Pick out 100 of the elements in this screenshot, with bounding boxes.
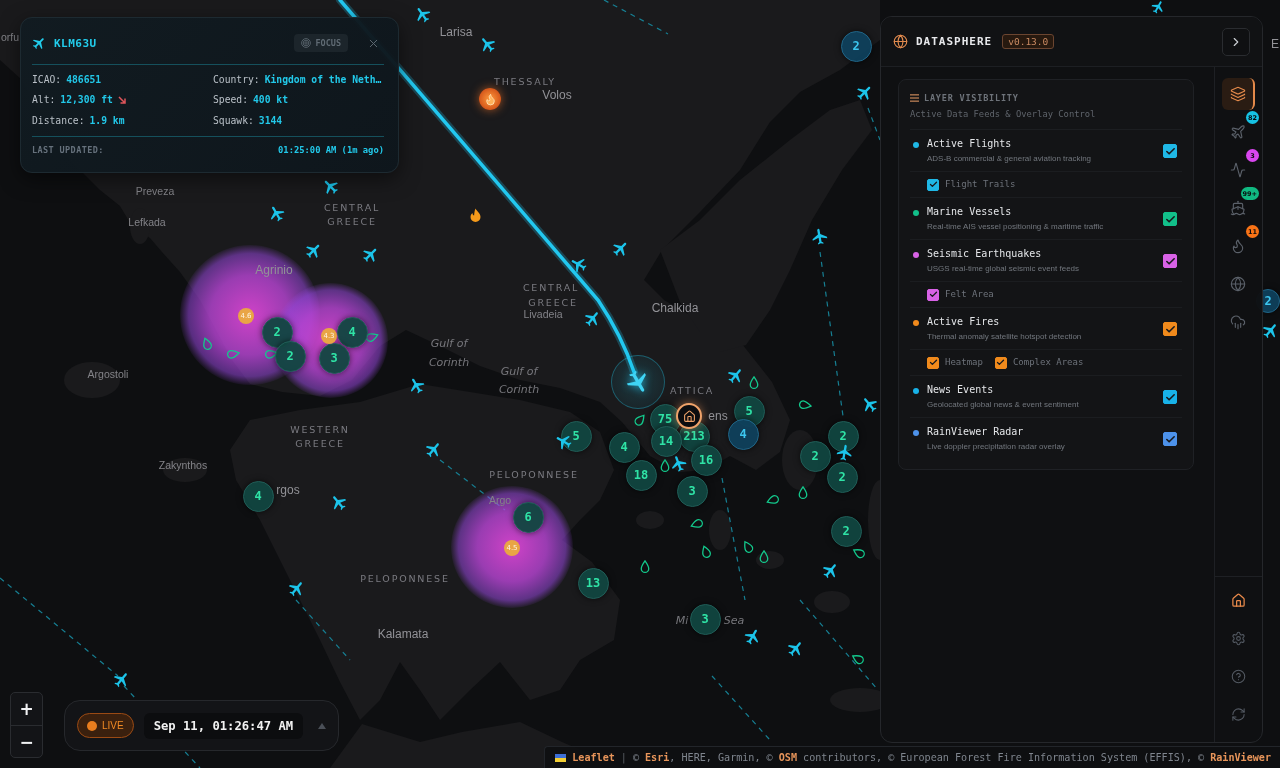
- teardrop-icon[interactable]: [851, 652, 865, 666]
- field-label: Country:: [213, 73, 260, 85]
- layer-checkbox[interactable]: [1163, 432, 1177, 446]
- map-label: CENTRAL: [323, 201, 381, 213]
- map-label: Lefkada: [128, 216, 166, 228]
- zoom-in-button[interactable]: +: [11, 693, 42, 725]
- map-label: Argo: [488, 494, 512, 506]
- teardrop-icon[interactable]: [766, 493, 780, 507]
- teardrop-icon[interactable]: [658, 459, 672, 473]
- map-label: Volos: [542, 88, 572, 102]
- option-checkbox[interactable]: [927, 356, 939, 369]
- teardrop-icon[interactable]: [741, 540, 755, 554]
- map-label: Agrinio: [255, 263, 293, 277]
- plane-icon[interactable]: [810, 227, 828, 245]
- map-label: ens: [708, 409, 728, 423]
- teardrop-icon[interactable]: [365, 330, 379, 344]
- map-label: PELOPONNESE: [360, 572, 450, 584]
- cluster-marker[interactable]: 2: [830, 515, 862, 547]
- dashed-route-line: [603, 0, 669, 35]
- flame-icon[interactable]: [470, 208, 481, 222]
- teardrop-icon[interactable]: [747, 376, 761, 390]
- field-value: 12,300 ft: [60, 94, 113, 106]
- globe-icon: [1229, 276, 1246, 292]
- live-button[interactable]: LIVE: [77, 713, 134, 738]
- layer-checkbox[interactable]: [1163, 322, 1177, 336]
- updated-time: 01:25:00 AM (1m ago): [278, 145, 384, 155]
- plane-icon[interactable]: [786, 639, 804, 657]
- plane-icon[interactable]: [583, 309, 601, 327]
- map-label: Livadeia: [523, 308, 563, 320]
- plane-icon[interactable]: [726, 366, 744, 384]
- plane-icon[interactable]: [1151, 0, 1165, 14]
- layer-checkbox[interactable]: [1163, 212, 1177, 226]
- layer-description: Geolocated global news & event sentiment: [927, 399, 1080, 410]
- plane-icon[interactable]: [1261, 321, 1279, 339]
- teardrop-icon[interactable]: [699, 545, 713, 559]
- option-label: Felt Area: [945, 288, 994, 301]
- plane-icon[interactable]: [821, 561, 839, 579]
- option-checkbox[interactable]: [927, 178, 939, 191]
- layers-tab[interactable]: [1222, 78, 1255, 110]
- plane-icon[interactable]: [424, 440, 442, 458]
- updated-label: LAST UPDATED:: [32, 145, 104, 155]
- check-icon: [1164, 323, 1176, 335]
- cluster-marker[interactable]: 3: [689, 603, 721, 635]
- list-icon: [910, 94, 919, 102]
- teardrop-icon[interactable]: [798, 398, 812, 412]
- teardrop-icon[interactable]: [638, 560, 652, 574]
- option-checkbox[interactable]: [927, 288, 939, 301]
- plane-icon[interactable]: [112, 670, 130, 688]
- layers-icon: [1229, 86, 1246, 102]
- live-dot-icon: [87, 720, 97, 731]
- plane-icon[interactable]: [743, 627, 761, 645]
- plane-icon[interactable]: [669, 454, 687, 472]
- cluster-marker[interactable]: 2: [826, 461, 858, 493]
- check-icon: [1164, 391, 1176, 403]
- zoom-out-button[interactable]: −: [11, 725, 42, 757]
- flag-icon: [555, 753, 567, 762]
- teardrop-icon[interactable]: [796, 486, 810, 500]
- plane-icon[interactable]: [835, 443, 853, 461]
- check-icon: [1164, 255, 1176, 267]
- dashed-route-line: [711, 675, 771, 741]
- map-label: Mi: [675, 613, 689, 627]
- option-checkbox[interactable]: [994, 356, 1007, 369]
- layer-description: ADS-B commercial & general aviation tracking: [927, 153, 1093, 164]
- cluster-marker[interactable]: 3: [676, 475, 708, 507]
- check-icon: [928, 290, 938, 299]
- teardrop-icon[interactable]: [200, 337, 214, 351]
- option-label: Complex Areas: [1012, 356, 1084, 369]
- check-icon: [1164, 433, 1176, 445]
- plane-icon: [1229, 124, 1246, 140]
- layer-checkbox[interactable]: [1163, 254, 1177, 268]
- plane-icon[interactable]: [287, 579, 305, 597]
- field-value: 486651: [66, 73, 102, 85]
- attribution-text: © Esri, HERE, Garmin, © OSM contributors, © European Forest Fire Information System (EFFIS), © RainViewer: [632, 752, 1271, 763]
- cloud-rain-icon: [1229, 314, 1246, 330]
- field-label: Speed:: [213, 94, 248, 106]
- teardrop-icon[interactable]: [264, 347, 278, 361]
- layer-checkbox[interactable]: [1163, 390, 1177, 404]
- teardrop-icon[interactable]: [852, 546, 866, 560]
- map-label: Kalamata: [377, 627, 429, 641]
- cluster-marker[interactable]: 2: [827, 420, 859, 452]
- ship-icon: [1229, 200, 1246, 216]
- teardrop-icon[interactable]: [633, 413, 647, 427]
- plane-icon: [32, 36, 46, 50]
- teardrop-icon[interactable]: [757, 550, 771, 564]
- map-label: WESTERN: [290, 423, 350, 435]
- map-label: Gulf of: [500, 364, 538, 378]
- field-label: Squawk:: [213, 114, 254, 126]
- layer-checkbox[interactable]: [1163, 144, 1177, 158]
- selected-plane-marker[interactable]: [611, 355, 665, 409]
- map-label: CENTRAL: [522, 281, 580, 293]
- check-icon: [1164, 145, 1176, 157]
- layer-title: RainViewer Radar: [927, 425, 1025, 439]
- section-title: LAYER VISIBILITY: [924, 93, 1019, 103]
- cluster-marker[interactable]: 4: [608, 431, 640, 463]
- teardrop-icon[interactable]: [690, 517, 704, 531]
- map-label: PELOPONNESE: [489, 468, 579, 480]
- leaflet-link[interactable]: Leaflet: [572, 752, 615, 763]
- map-label: E: [1271, 37, 1279, 51]
- cluster-marker[interactable]: 18: [625, 459, 657, 491]
- globe-icon: [893, 34, 908, 49]
